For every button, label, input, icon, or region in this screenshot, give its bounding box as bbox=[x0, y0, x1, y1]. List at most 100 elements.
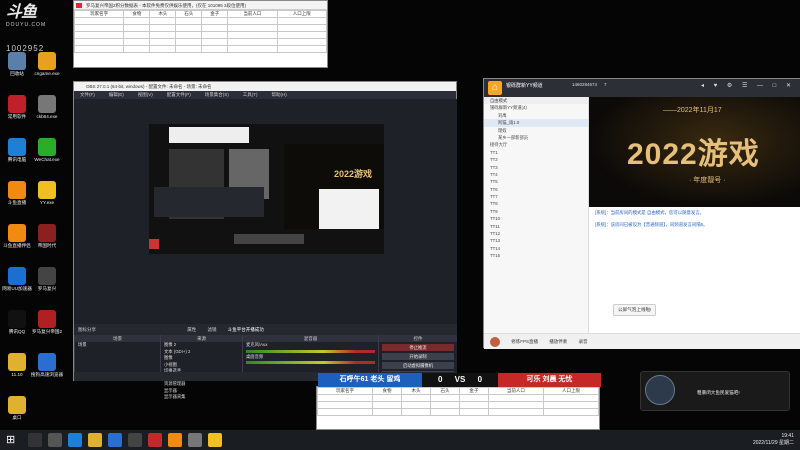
channel-item[interactable]: TT4 bbox=[484, 171, 588, 178]
footer-btn[interactable]: 录音 bbox=[579, 339, 588, 344]
desktop-icon[interactable]: 腾讯电脑 bbox=[0, 138, 34, 162]
mixer-meter[interactable] bbox=[246, 361, 375, 364]
notification-popup[interactable]: 粗暴闭大鱼民爱猫吧! bbox=[640, 371, 790, 411]
desktop-icon[interactable]: 罗马复兴 bbox=[30, 267, 64, 291]
desktop-icon-label: 回收站 bbox=[10, 71, 24, 76]
desktop-icon[interactable]: 回收站 bbox=[0, 52, 34, 76]
avatar[interactable] bbox=[490, 336, 500, 347]
desktop-icon-label: 斗鱼直播 bbox=[7, 200, 27, 205]
app-icon[interactable] bbox=[148, 433, 162, 447]
desktop-icon-label: 斗鱼直播伴侣 bbox=[3, 243, 31, 248]
channel-item[interactable]: TT2 bbox=[484, 156, 588, 163]
column-header: 玩家名字 bbox=[73, 10, 125, 18]
menu-item[interactable]: 视图(V) bbox=[138, 92, 153, 97]
channel-item[interactable]: TT8 bbox=[484, 200, 588, 207]
channel-item[interactable]: 银砾群新YY频道(4) bbox=[484, 104, 588, 111]
properties-button[interactable]: 属性 bbox=[187, 327, 196, 332]
scene-item[interactable]: 场景 bbox=[75, 342, 160, 349]
obs-icon[interactable] bbox=[128, 433, 142, 447]
channel-item[interactable]: 刘禹 bbox=[484, 112, 588, 119]
app-icon[interactable] bbox=[188, 433, 202, 447]
menu-item[interactable]: 工具(T) bbox=[243, 92, 258, 97]
chat-log: [系统]：当前房间的模式是 自由模式，您可以随意发言。 [系统]：该房间已被设为… bbox=[589, 207, 800, 333]
score-sheet-top[interactable]: 罗马复兴帝国2积分数据表 - 本软件免费仅供娱乐使用，(仅在 101095 3段… bbox=[73, 0, 328, 68]
column-header: 石头 bbox=[429, 387, 460, 395]
control-button[interactable]: 启动虚拟摄像机 bbox=[382, 362, 454, 369]
column-header: 人口上限 bbox=[276, 10, 328, 18]
taskview-icon[interactable] bbox=[48, 433, 62, 447]
menu-item[interactable]: 场景集合(S) bbox=[205, 92, 229, 97]
obs-window[interactable]: OBS 27.0.1 (64-bit, windows) - 配置文件: 未命名… bbox=[73, 81, 457, 399]
clock[interactable]: 19:41 2022/11/29 星期二 bbox=[753, 433, 794, 447]
score-sheet-bottom[interactable]: 玩家名字 食物 木头 石头 金子 当前人口 人口上限 bbox=[316, 386, 600, 430]
channel-item[interactable]: TT9 bbox=[484, 208, 588, 215]
menu-item[interactable]: 文件(F) bbox=[80, 92, 95, 97]
desktop-icon[interactable]: WeChat.exe bbox=[30, 138, 64, 162]
search-icon[interactable] bbox=[28, 433, 42, 447]
channel-item[interactable]: TT13 bbox=[484, 237, 588, 244]
app-icon bbox=[38, 310, 56, 328]
channel-item[interactable]: 某乡一部新部员 bbox=[484, 134, 588, 141]
channel-item[interactable]: TT11 bbox=[484, 223, 588, 230]
desktop-icon[interactable]: 帝国时代 bbox=[30, 224, 64, 248]
control-button[interactable]: 开始录制 bbox=[382, 353, 454, 360]
desktop-icon-label: WeChat.exe bbox=[34, 157, 60, 162]
store-icon[interactable] bbox=[108, 433, 122, 447]
filters-button[interactable]: 滤镜 bbox=[208, 327, 217, 332]
promo-banner[interactable]: ——2022年11月17 2022游戏 · 年度靓号 · bbox=[589, 97, 800, 207]
desktop-icon[interactable]: 11.10 bbox=[0, 353, 34, 377]
desktop-icon-label: 11.10 bbox=[11, 372, 23, 377]
channel-item[interactable]: 阿猫_雨1.0 bbox=[484, 119, 588, 127]
control-button[interactable]: 停止推流 bbox=[382, 344, 454, 351]
desktop-icon[interactable]: 斗鱼直播伴侣 bbox=[0, 224, 34, 248]
channel-item[interactable]: TT1 bbox=[484, 149, 588, 156]
menu-item[interactable]: 帮助(H) bbox=[272, 92, 287, 97]
channel-item[interactable]: TT10 bbox=[484, 215, 588, 222]
edge-icon[interactable] bbox=[68, 433, 82, 447]
footer-btn[interactable]: 播放伴奏 bbox=[549, 339, 567, 344]
desktop-icon[interactable]: 网易UU加速器 bbox=[0, 267, 34, 291]
window-controls[interactable]: ◂ ♥ ⚙ ☰ — □ ✕ bbox=[701, 82, 795, 89]
desktop-icon[interactable]: YY.exe bbox=[30, 181, 64, 205]
channel-item[interactable]: TT5 bbox=[484, 178, 588, 185]
desktop-icon[interactable]: 常用软件 bbox=[0, 95, 34, 119]
channel-item[interactable]: TT3 bbox=[484, 164, 588, 171]
channel-item[interactable]: TT12 bbox=[484, 230, 588, 237]
desktop-icon[interactable]: 桌口 bbox=[0, 396, 34, 420]
desktop-icon-label: 罗马复兴帝国2 bbox=[31, 329, 63, 334]
desktop-icon[interactable]: 搜狗高速浏览器 bbox=[30, 353, 64, 377]
column-header: 当前人口 bbox=[487, 387, 544, 395]
menu-item[interactable]: 配置文件(P) bbox=[167, 92, 191, 97]
app-icon bbox=[8, 267, 26, 285]
footer-btn[interactable]: 修炼FPS直播 bbox=[511, 339, 538, 344]
start-icon[interactable]: ⊞ bbox=[6, 433, 20, 447]
yy-icon[interactable] bbox=[208, 433, 222, 447]
channel-item[interactable]: TT6 bbox=[484, 186, 588, 193]
channel-item[interactable]: TT14 bbox=[484, 245, 588, 252]
yy-window[interactable]: ⌂ 银砾群新YY频道 1460284674 7 ◂ ♥ ⚙ ☰ — □ ✕ 自由… bbox=[483, 78, 800, 349]
home-icon[interactable]: ⌂ bbox=[488, 81, 502, 95]
sheet-table: 玩家名字 食物 木头 石头 金子 当前人口 人口上限 bbox=[316, 387, 600, 416]
desktop-icon[interactable]: ckb64.exe bbox=[30, 95, 64, 119]
channel-item[interactable]: TT7 bbox=[484, 193, 588, 200]
channel-item[interactable]: TT15 bbox=[484, 252, 588, 259]
system-message: [系统]：该房间已被设为【普通频道】，同频道发言间隔5。 bbox=[595, 222, 708, 227]
bubble-tip[interactable]: 公屏气泡上线啦! bbox=[613, 304, 657, 316]
desktop-icon[interactable]: 斗鱼直播 bbox=[0, 181, 34, 205]
menu-item[interactable]: 编辑(E) bbox=[109, 92, 124, 97]
channel-item[interactable]: 接待大厅 bbox=[484, 141, 588, 148]
mixer-meter[interactable] bbox=[246, 349, 375, 353]
channel-item[interactable]: 理奴 bbox=[484, 127, 588, 134]
desktop-icon[interactable]: 腾讯QQ bbox=[0, 310, 34, 334]
desktop-icon[interactable]: 罗马复兴帝国2 bbox=[30, 310, 64, 334]
douyu-icon[interactable] bbox=[168, 433, 182, 447]
obs-preview[interactable]: 2022游戏 bbox=[74, 99, 457, 324]
column-header: 当前人口 bbox=[227, 10, 278, 18]
column-header: 木头 bbox=[401, 387, 431, 395]
desktop-icon-label: 常用软件 bbox=[7, 114, 27, 119]
desktop-icon[interactable]: cngame.exe bbox=[30, 52, 64, 76]
sheet-title: 罗马复兴帝国2积分数据表 - 本软件免费仅供娱乐使用，(仅在 101095 3段… bbox=[74, 1, 327, 10]
folder-icon[interactable] bbox=[88, 433, 102, 447]
source-item[interactable]: 显示器采集 bbox=[161, 394, 242, 401]
app-icon bbox=[38, 138, 56, 156]
